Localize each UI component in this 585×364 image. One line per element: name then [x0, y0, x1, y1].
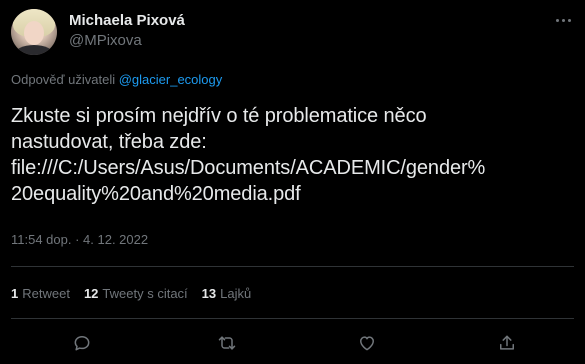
quote-tweets-count-link[interactable]: 12 Tweety s citací	[84, 286, 188, 304]
engagement-stats: 1 Retweet 12 Tweety s citací 13 Lajků	[11, 286, 251, 304]
tweet-card: Michaela Pixová @MPixova Odpověď uživate…	[0, 0, 585, 364]
avatar-shoulders	[14, 45, 54, 55]
tweet-text-line: file:///C:/Users/Asus/Documents/ACADEMIC…	[11, 157, 486, 179]
reply-icon[interactable]	[69, 330, 95, 356]
tweet-text: Zkuste si prosím nejdřív o té problemati…	[11, 103, 577, 207]
stat-count: 13	[201, 286, 217, 301]
author-name[interactable]: Michaela Pixová	[69, 12, 185, 29]
like-icon[interactable]	[354, 330, 380, 356]
tweet-timestamp[interactable]: 11:54 dop. · 4. 12. 2022	[11, 232, 148, 247]
reply-context: Odpověď uživateli @glacier_ecology	[11, 72, 222, 87]
tweet-text-line: Zkuste si prosím nejdřív o té problemati…	[11, 105, 427, 127]
stat-count: 12	[83, 286, 99, 301]
action-bar	[0, 330, 585, 356]
avatar[interactable]	[11, 9, 57, 55]
reply-mention-link[interactable]: @glacier_ecology	[119, 72, 223, 87]
stat-label: Retweet	[22, 286, 70, 301]
avatar-face	[24, 21, 44, 45]
more-dots-icon[interactable]	[551, 11, 575, 29]
stat-label: Lajků	[220, 286, 252, 301]
tweet-text-line: nastudovat, třeba zde:	[11, 131, 207, 153]
divider	[11, 318, 574, 319]
stat-count: 1	[11, 286, 19, 301]
reply-prefix: Odpověď uživateli	[11, 72, 116, 87]
likes-count-link[interactable]: 13 Lajků	[202, 286, 252, 304]
retweet-count-link[interactable]: 1 Retweet	[11, 286, 70, 304]
divider	[11, 266, 574, 267]
author-handle[interactable]: @MPixova	[69, 32, 142, 49]
retweet-icon[interactable]	[214, 330, 240, 356]
share-icon[interactable]	[494, 330, 520, 356]
tweet-text-line: 20equality%20and%20media.pdf	[11, 183, 301, 205]
stat-label: Tweety s citací	[102, 286, 188, 301]
